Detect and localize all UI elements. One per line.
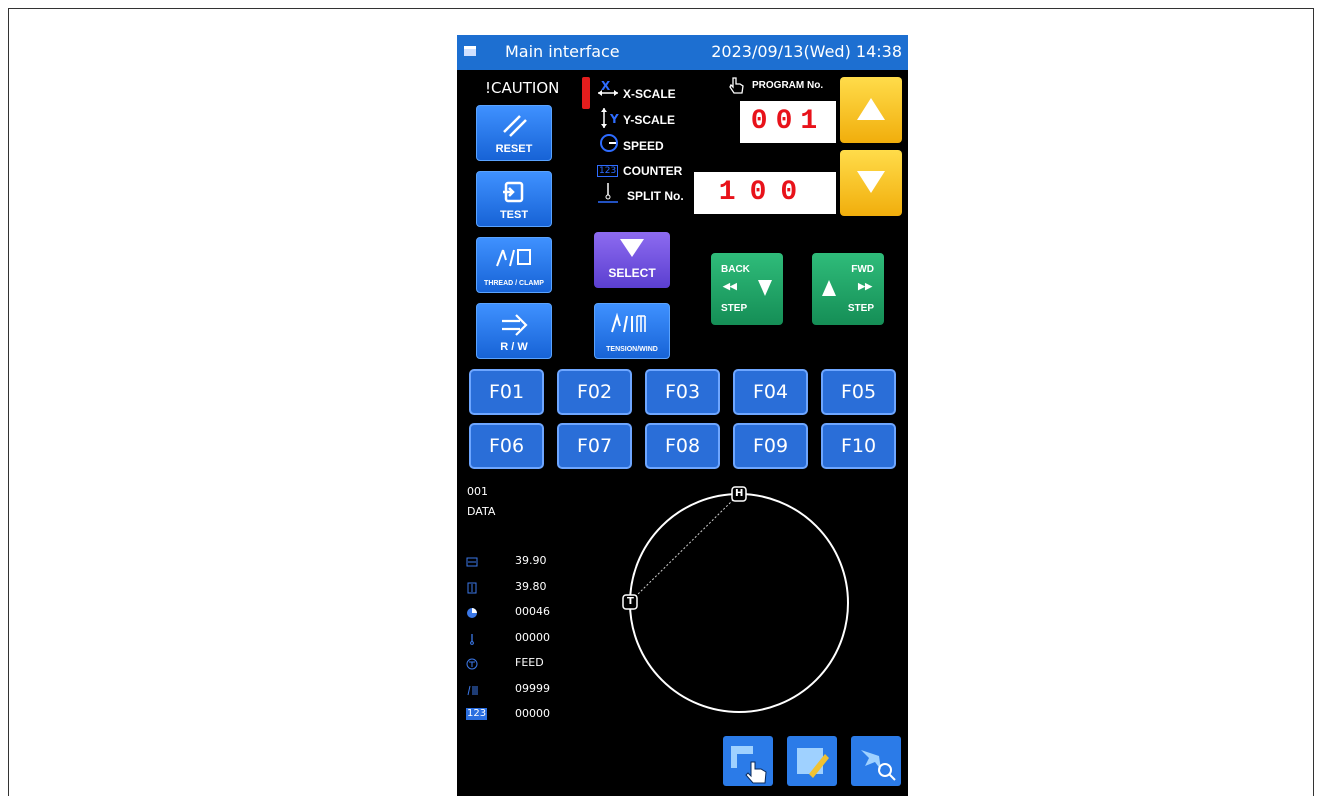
function-key-f09[interactable]: F09 (733, 423, 808, 469)
thread-clamp-button[interactable]: THREAD / CLAMP (476, 237, 552, 293)
program-down-button[interactable] (840, 150, 902, 216)
home-marker-label: H (735, 488, 744, 499)
back-step-label: STEP (721, 303, 748, 314)
y-letter: Y (610, 112, 619, 126)
function-key-f07[interactable]: F07 (557, 423, 632, 469)
counter-label: COUNTER (623, 164, 683, 178)
function-key-f01[interactable]: F01 (469, 369, 544, 415)
y-scale-label: Y-SCALE (623, 113, 676, 127)
speed-icon (600, 134, 618, 152)
thread-clamp-label: THREAD / CLAMP (484, 280, 544, 287)
triangle-up-icon (857, 98, 885, 120)
split-label: SPLIT No. (627, 189, 684, 203)
pattern-search-icon (861, 750, 896, 781)
panel-screen: Main interface 2023/09/13(Wed) 14:38 !CA… (457, 35, 908, 796)
hand-pointer-icon (729, 77, 744, 94)
function-key-f05[interactable]: F05 (821, 369, 896, 415)
test-label: TEST (499, 209, 529, 221)
tension-wind-icon (611, 312, 646, 333)
caution-indicator (582, 77, 590, 109)
function-key-f02[interactable]: F02 (557, 369, 632, 415)
scale-legend: X X-SCALE Y Y-SCALE SPEED 123 COUNTER SP… (597, 77, 707, 203)
data-program-number: 001 (467, 485, 488, 498)
y-scale-icon (601, 108, 607, 128)
tension-wind-label: TENSION/WIND (606, 346, 658, 353)
test-button[interactable]: TEST (476, 171, 552, 227)
read-write-button[interactable]: R / W (476, 303, 552, 359)
window-title: Main interface (505, 42, 620, 61)
fwd-step-label: STEP (847, 303, 874, 314)
caution-label: !CAUTION (485, 79, 560, 97)
reset-button[interactable]: RESET (476, 105, 552, 161)
data-x-scale-value: 39.90 (515, 554, 547, 567)
sewing-hand-icon (731, 746, 767, 784)
fwd-up-icon (822, 280, 836, 296)
counter-icon: 123 (597, 165, 619, 177)
rewind-icon: ◀◀ (723, 281, 737, 291)
fast-forward-icon: ▶▶ (858, 281, 872, 291)
thread-clamp-icon (496, 249, 531, 267)
needle-icon (470, 634, 474, 645)
select-button[interactable]: SELECT (594, 232, 670, 288)
stitch-pattern-circle (629, 493, 849, 713)
data-name: DATA (467, 505, 496, 518)
x-scale-label: X-SCALE (623, 87, 676, 101)
window-icon (464, 46, 476, 56)
y-scale-icon (467, 582, 477, 594)
pattern-search-button[interactable] (851, 736, 901, 786)
function-key-f08[interactable]: F08 (645, 423, 720, 469)
wind-icon (467, 685, 478, 696)
data-y-scale-value: 39.80 (515, 580, 547, 593)
test-icon (503, 181, 524, 203)
speed-icon (467, 608, 477, 618)
function-key-f10[interactable]: F10 (821, 423, 896, 469)
data-speed-value: 00046 (515, 605, 550, 618)
function-key-f03[interactable]: F03 (645, 369, 720, 415)
reset-label: RESET (495, 143, 533, 155)
data-feed-value: FEED (515, 656, 544, 669)
data-split-value: 00000 (515, 631, 550, 644)
pattern-preview (622, 486, 849, 713)
x-scale-icon (466, 557, 478, 567)
data-wind-value: 09999 (515, 682, 550, 695)
program-number-display[interactable]: 001 (740, 101, 836, 143)
triangle-down-icon (857, 171, 885, 193)
back-step-button[interactable]: BACK ◀◀ STEP (711, 253, 783, 325)
fwd-step-button[interactable]: FWD ▶▶ STEP (812, 253, 884, 325)
back-label: BACK (721, 264, 750, 275)
fwd-label: FWD (851, 264, 874, 275)
program-up-button[interactable] (840, 77, 902, 143)
speed-label: SPEED (623, 139, 664, 153)
tension-icon (466, 658, 478, 670)
counter-icon: 123 (466, 708, 488, 720)
date-time: 2023/09/13(Wed) 14:38 (711, 42, 902, 61)
select-label: SELECT (608, 266, 656, 280)
sewing-mode-button[interactable] (723, 736, 773, 786)
x-scale-icon (598, 90, 618, 96)
jump-feed-line (629, 493, 740, 603)
reset-icon (503, 115, 527, 137)
start-marker-label: T (627, 596, 634, 607)
pattern-edit-button[interactable] (787, 736, 837, 786)
program-number-label: PROGRAM No. (752, 80, 824, 91)
title-bar: Main interface 2023/09/13(Wed) 14:38 (457, 35, 908, 70)
function-key-f06[interactable]: F06 (469, 423, 544, 469)
back-down-icon (758, 280, 772, 296)
read-write-icon (502, 314, 528, 336)
split-number-display[interactable]: 100 (694, 172, 836, 214)
select-down-icon (620, 239, 644, 257)
data-counter-value: 00000 (515, 707, 550, 720)
needle-icon (598, 183, 618, 203)
read-write-label: R / W (500, 341, 528, 353)
function-key-f04[interactable]: F04 (733, 369, 808, 415)
tension-wind-button[interactable]: TENSION/WIND (594, 303, 670, 359)
pattern-edit-icon (797, 748, 829, 778)
